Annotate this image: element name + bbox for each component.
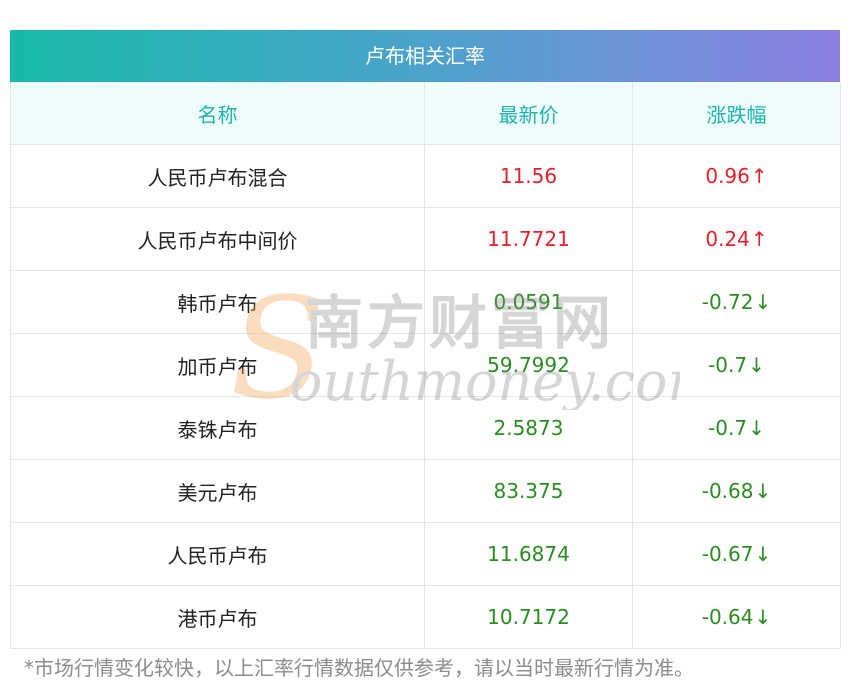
- change-value: 0.24: [705, 227, 750, 251]
- table-row: 人民币卢布 11.6874 -0.67↓: [10, 522, 841, 586]
- row-name: 人民币卢布中间价: [10, 207, 425, 271]
- change-value: -0.64: [701, 605, 754, 629]
- change-value: -0.7: [708, 416, 748, 440]
- table-row: 韩币卢布 0.0591 -0.72↓: [10, 270, 841, 334]
- arrow-down-icon: ↓: [748, 353, 765, 377]
- table-row: 人民币卢布中间价 11.7721 0.24↑: [10, 207, 841, 271]
- table-title: 卢布相关汇率: [10, 30, 840, 82]
- change-value: -0.67: [701, 542, 754, 566]
- row-change: 0.96↑: [632, 144, 841, 208]
- row-name: 加币卢布: [10, 333, 425, 397]
- arrow-down-icon: ↓: [748, 416, 765, 440]
- row-name: 美元卢布: [10, 459, 425, 523]
- header-row: 名称 最新价 涨跌幅: [10, 82, 841, 145]
- row-name: 人民币卢布: [10, 522, 425, 586]
- row-change: -0.7↓: [632, 333, 841, 397]
- change-value: -0.68: [701, 479, 754, 503]
- row-name: 人民币卢布混合: [10, 144, 425, 208]
- arrow-up-icon: ↑: [750, 227, 768, 251]
- row-price: 83.375: [424, 459, 633, 523]
- row-change: -0.7↓: [632, 396, 841, 460]
- table-row: 人民币卢布混合 11.56 0.96↑: [10, 144, 841, 208]
- column-header-price: 最新价: [424, 82, 633, 145]
- row-change: -0.68↓: [632, 459, 841, 523]
- row-name: 韩币卢布: [10, 270, 425, 334]
- row-change: -0.72↓: [632, 270, 841, 334]
- column-header-change: 涨跌幅: [632, 82, 841, 145]
- change-value: 0.96: [705, 164, 750, 188]
- arrow-down-icon: ↓: [754, 542, 772, 566]
- arrow-down-icon: ↓: [754, 290, 772, 314]
- change-value: -0.7: [708, 353, 748, 377]
- table-row: 泰铢卢布 2.5873 -0.7↓: [10, 396, 841, 460]
- row-price: 11.6874: [424, 522, 633, 586]
- arrow-up-icon: ↑: [750, 164, 768, 188]
- arrow-down-icon: ↓: [754, 605, 772, 629]
- table-row: 加币卢布 59.7992 -0.7↓: [10, 333, 841, 397]
- row-name: 泰铢卢布: [10, 396, 425, 460]
- table-row: 美元卢布 83.375 -0.68↓: [10, 459, 841, 523]
- row-name: 港币卢布: [10, 585, 425, 649]
- row-price: 11.7721: [424, 207, 633, 271]
- row-price: 0.0591: [424, 270, 633, 334]
- row-price: 10.7172: [424, 585, 633, 649]
- disclaimer-footnote: *市场行情变化较快，以上汇率行情数据仅供参考，请以当时最新行情为准。: [24, 656, 694, 680]
- rate-table: 名称 最新价 涨跌幅 人民币卢布混合 11.56 0.96↑ 人民币卢布中间价 …: [10, 82, 841, 649]
- row-price: 2.5873: [424, 396, 633, 460]
- row-price: 11.56: [424, 144, 633, 208]
- exchange-rate-card: 卢布相关汇率 名称 最新价 涨跌幅 人民币卢布混合 11.56 0.96↑ 人民…: [10, 30, 841, 649]
- row-change: -0.67↓: [632, 522, 841, 586]
- arrow-down-icon: ↓: [754, 479, 772, 503]
- column-header-name: 名称: [10, 82, 425, 145]
- row-change: 0.24↑: [632, 207, 841, 271]
- table-row: 港币卢布 10.7172 -0.64↓: [10, 585, 841, 649]
- row-price: 59.7992: [424, 333, 633, 397]
- change-value: -0.72: [701, 290, 754, 314]
- row-change: -0.64↓: [632, 585, 841, 649]
